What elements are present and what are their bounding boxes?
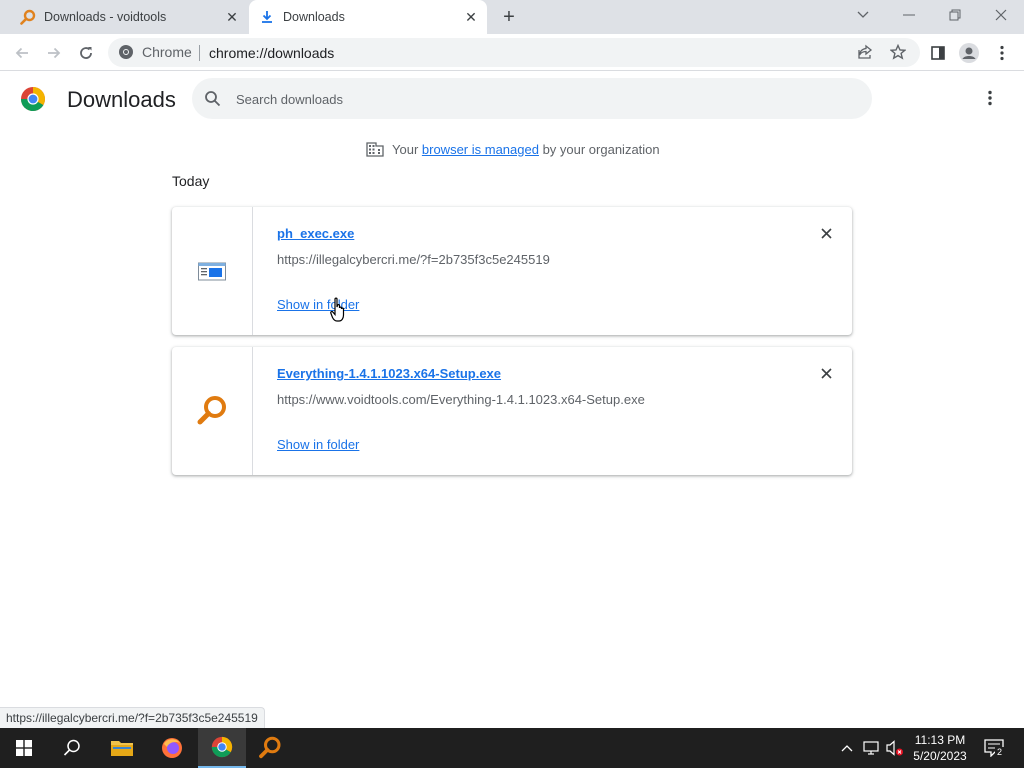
link-status-bar: https://illegalcybercri.me/?f=2b735f3c5e… (0, 707, 265, 728)
chrome-logo-icon (119, 45, 133, 59)
remove-download-button[interactable] (817, 364, 835, 382)
file-icon-column (172, 347, 253, 475)
file-url[interactable]: https://illegalcybercri.me/?f=2b735f3c5e… (277, 252, 550, 267)
hand-cursor-icon (330, 297, 345, 322)
browser-managed-link[interactable]: browser is managed (422, 142, 539, 157)
tab-title: Downloads (283, 10, 345, 24)
file-icon-column (172, 207, 253, 335)
everything-magnifier-icon (197, 396, 226, 425)
chrome-logo-icon (211, 736, 233, 758)
file-name-link[interactable]: ph_exec.exe (277, 226, 354, 241)
new-tab-button[interactable]: + (498, 6, 520, 28)
exe-window-icon (198, 262, 226, 281)
download-arrow-icon (262, 11, 272, 23)
windows-logo-icon (16, 740, 32, 756)
everything-taskbar-button[interactable] (246, 728, 294, 768)
file-name-link[interactable]: Everything-1.4.1.1023.x64-Setup.exe (277, 366, 501, 381)
chrome-menu-icon[interactable] (990, 41, 1014, 65)
download-item: Everything-1.4.1.1023.x64-Setup.exe http… (172, 347, 852, 475)
windows-taskbar: 11:13 PM 5/20/2023 2 (0, 728, 1024, 768)
profile-avatar-icon[interactable] (957, 41, 981, 65)
firefox-button[interactable] (148, 728, 196, 768)
search-input[interactable] (236, 88, 836, 110)
clock-time: 11:13 PM (914, 733, 966, 747)
voidtools-magnifier-icon (20, 9, 36, 25)
close-tab-icon[interactable]: ✕ (223, 8, 241, 26)
clock-date: 5/20/2023 (913, 749, 967, 763)
tab-downloads-voidtools[interactable]: Downloads - voidtools ✕ (0, 0, 248, 34)
downloads-header: Downloads (0, 72, 1024, 128)
managed-prefix: Your (392, 141, 422, 157)
close-tab-icon[interactable]: ✕ (462, 8, 480, 26)
firefox-icon (162, 738, 182, 758)
search-icon (63, 739, 80, 756)
browser-toolbar: Chrome chrome://downloads (0, 34, 1024, 71)
page-title: Downloads (67, 87, 176, 112)
restore-button[interactable] (943, 4, 967, 26)
start-button[interactable] (0, 728, 48, 768)
search-icon (205, 91, 221, 107)
show-in-folder-link[interactable]: Show in folder (277, 437, 359, 452)
tab-search-chevron-icon[interactable] (851, 4, 875, 26)
date-section-label: Today (172, 173, 210, 189)
download-item: ph_exec.exe https://illegalcybercri.me/?… (172, 207, 852, 335)
clock[interactable]: 11:13 PM 5/20/2023 (912, 732, 968, 764)
notification-count-badge: 2 (995, 747, 1005, 757)
minimize-button[interactable] (897, 4, 921, 26)
reload-icon[interactable] (74, 41, 98, 65)
everything-magnifier-icon (259, 736, 281, 759)
close-window-button[interactable] (989, 4, 1013, 26)
building-icon (366, 142, 384, 157)
tab-downloads[interactable]: Downloads ✕ (249, 0, 487, 34)
divider (199, 45, 200, 61)
url-text[interactable]: chrome://downloads (209, 45, 334, 61)
site-info-chip[interactable]: Chrome (118, 44, 192, 60)
managed-notice: Your browser is managed by your organiza… (366, 141, 660, 157)
share-icon[interactable] (853, 40, 877, 64)
folder-icon (111, 741, 133, 756)
search-box (192, 78, 872, 119)
volume-muted-icon[interactable] (886, 739, 904, 757)
tab-title: Downloads - voidtools (44, 10, 167, 24)
forward-icon[interactable] (42, 41, 66, 65)
chrome-chip-label: Chrome (142, 44, 192, 60)
back-icon[interactable] (10, 41, 34, 65)
address-bar[interactable]: Chrome chrome://downloads (108, 38, 920, 67)
file-explorer-button[interactable] (98, 728, 146, 768)
taskbar-search-button[interactable] (48, 728, 96, 768)
bookmark-star-icon[interactable] (886, 40, 910, 64)
chrome-taskbar-button[interactable] (198, 728, 246, 768)
show-hidden-icons-chevron-icon[interactable] (838, 739, 856, 757)
notification-center-icon[interactable]: 2 (983, 739, 1005, 757)
side-panel-icon[interactable] (926, 41, 950, 65)
downloads-more-icon[interactable] (980, 86, 1000, 110)
network-icon[interactable] (862, 739, 880, 757)
managed-suffix: by your organization (538, 141, 660, 157)
file-url[interactable]: https://www.voidtools.com/Everything-1.4… (277, 392, 645, 407)
remove-download-button[interactable] (817, 224, 835, 242)
tab-strip: Downloads - voidtools ✕ Downloads ✕ + (0, 0, 1024, 34)
chrome-logo-icon (20, 87, 46, 112)
